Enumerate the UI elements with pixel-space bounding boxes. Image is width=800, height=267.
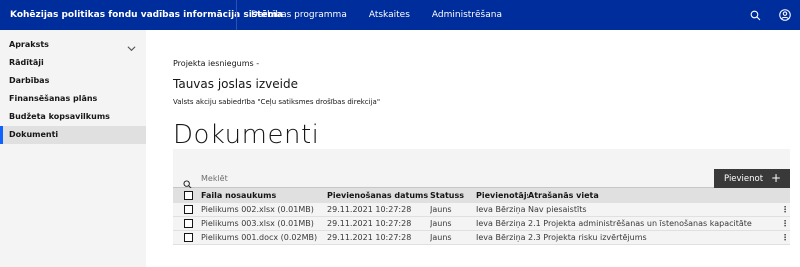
sidebar-item-budzeta-kopsavilkums[interactable]: Budžeta kopsavilkums — [0, 108, 146, 126]
nav-item-administresana[interactable]: Administrēšana — [421, 0, 513, 30]
documents-table: Faila nosaukums Pievienošanas datums Sta… — [173, 188, 790, 245]
top-header: Kohēzijas politikas fondu vadības inform… — [0, 0, 800, 30]
select-all-checkbox[interactable] — [183, 191, 193, 200]
table-row[interactable]: Pielikums 001.docx (0.02MB) 29.11.2021 1… — [173, 231, 790, 245]
location-cell: Nav piesaistīts — [528, 205, 587, 214]
user-icon[interactable] — [770, 0, 800, 30]
status-cell: Jauns — [430, 219, 452, 228]
overflow-menu-icon[interactable]: ⋮ — [780, 219, 790, 228]
plus-icon: + — [770, 171, 781, 185]
column-header-location[interactable]: Atrašanās vieta — [528, 191, 780, 200]
date-cell: 29.11.2021 10:27:28 — [327, 233, 412, 242]
sidebar-item-apraksts[interactable]: Apraksts — [0, 36, 146, 54]
author-cell: Ieva Bērziņa — [476, 205, 526, 214]
overflow-menu-icon[interactable]: ⋮ — [780, 205, 790, 214]
breadcrumb[interactable]: Projekta iesniegums - — [173, 59, 259, 68]
sidebar-item-label: Apraksts — [9, 40, 49, 49]
add-document-button[interactable]: Pievienot + — [714, 169, 790, 189]
search-input[interactable] — [201, 171, 701, 186]
search-icon[interactable] — [740, 0, 770, 30]
sidebar: Apraksts Rādītāji Darbības Finansēšanas … — [0, 30, 146, 267]
page-title: Dokumenti — [173, 120, 320, 150]
nav-item-darbibas-programma[interactable]: Darbības programma — [237, 0, 358, 30]
file-name-cell: Pielikums 001.docx (0.02MB) — [201, 233, 318, 242]
sidebar-item-finansesanas-plans[interactable]: Finansēšanas plāns — [0, 90, 146, 108]
row-checkbox[interactable] — [183, 205, 193, 214]
row-checkbox[interactable] — [183, 219, 193, 228]
sidebar-item-dokumenti[interactable]: Dokumenti — [0, 126, 146, 144]
column-header-status[interactable]: Statuss — [430, 191, 476, 200]
status-cell: Jauns — [430, 205, 452, 214]
location-cell: 2.3 Projekta risku izvērtējums — [528, 233, 647, 242]
header-actions — [740, 0, 800, 30]
column-header-date[interactable]: Pievienošanas datums — [327, 191, 430, 200]
table-header: Faila nosaukums Pievienošanas datums Sta… — [173, 188, 790, 203]
author-cell: Ieva Bērziņa — [476, 233, 526, 242]
author-cell: Ieva Bērziņa — [476, 219, 526, 228]
sidebar-item-darbibas[interactable]: Darbības — [0, 72, 146, 90]
location-cell: 2.1 Projekta administrēšanas un īstenoša… — [528, 219, 752, 228]
date-cell: 29.11.2021 10:27:28 — [327, 219, 412, 228]
date-cell: 29.11.2021 10:27:28 — [327, 205, 412, 214]
column-header-file-name[interactable]: Faila nosaukums — [200, 191, 327, 200]
row-checkbox[interactable] — [183, 233, 193, 242]
file-name-cell: Pielikums 003.xlsx (0.01MB) — [201, 219, 314, 228]
search-bar — [173, 169, 790, 189]
table-row[interactable]: Pielikums 002.xlsx (0.01MB) 29.11.2021 1… — [173, 203, 790, 217]
sidebar-item-raditaji[interactable]: Rādītāji — [0, 54, 146, 72]
status-cell: Jauns — [430, 233, 452, 242]
add-button-label: Pievienot — [724, 174, 764, 184]
file-name-cell: Pielikums 002.xlsx (0.01MB) — [201, 205, 314, 214]
top-nav: Darbības programma Atskaites Administrēš… — [237, 0, 513, 30]
organization-name: Valsts akciju sabiedrība "Ceļu satiksmes… — [173, 98, 381, 106]
overflow-menu-icon[interactable]: ⋮ — [780, 233, 790, 242]
column-header-author[interactable]: Pievienotājs — [476, 191, 528, 200]
table-toolbar — [173, 149, 790, 169]
project-title: Tauvas joslas izveide — [173, 77, 298, 91]
table-row[interactable]: Pielikums 003.xlsx (0.01MB) 29.11.2021 1… — [173, 217, 790, 231]
nav-item-atskaites[interactable]: Atskaites — [358, 0, 421, 30]
app-title[interactable]: Kohēzijas politikas fondu vadības inform… — [0, 10, 283, 20]
